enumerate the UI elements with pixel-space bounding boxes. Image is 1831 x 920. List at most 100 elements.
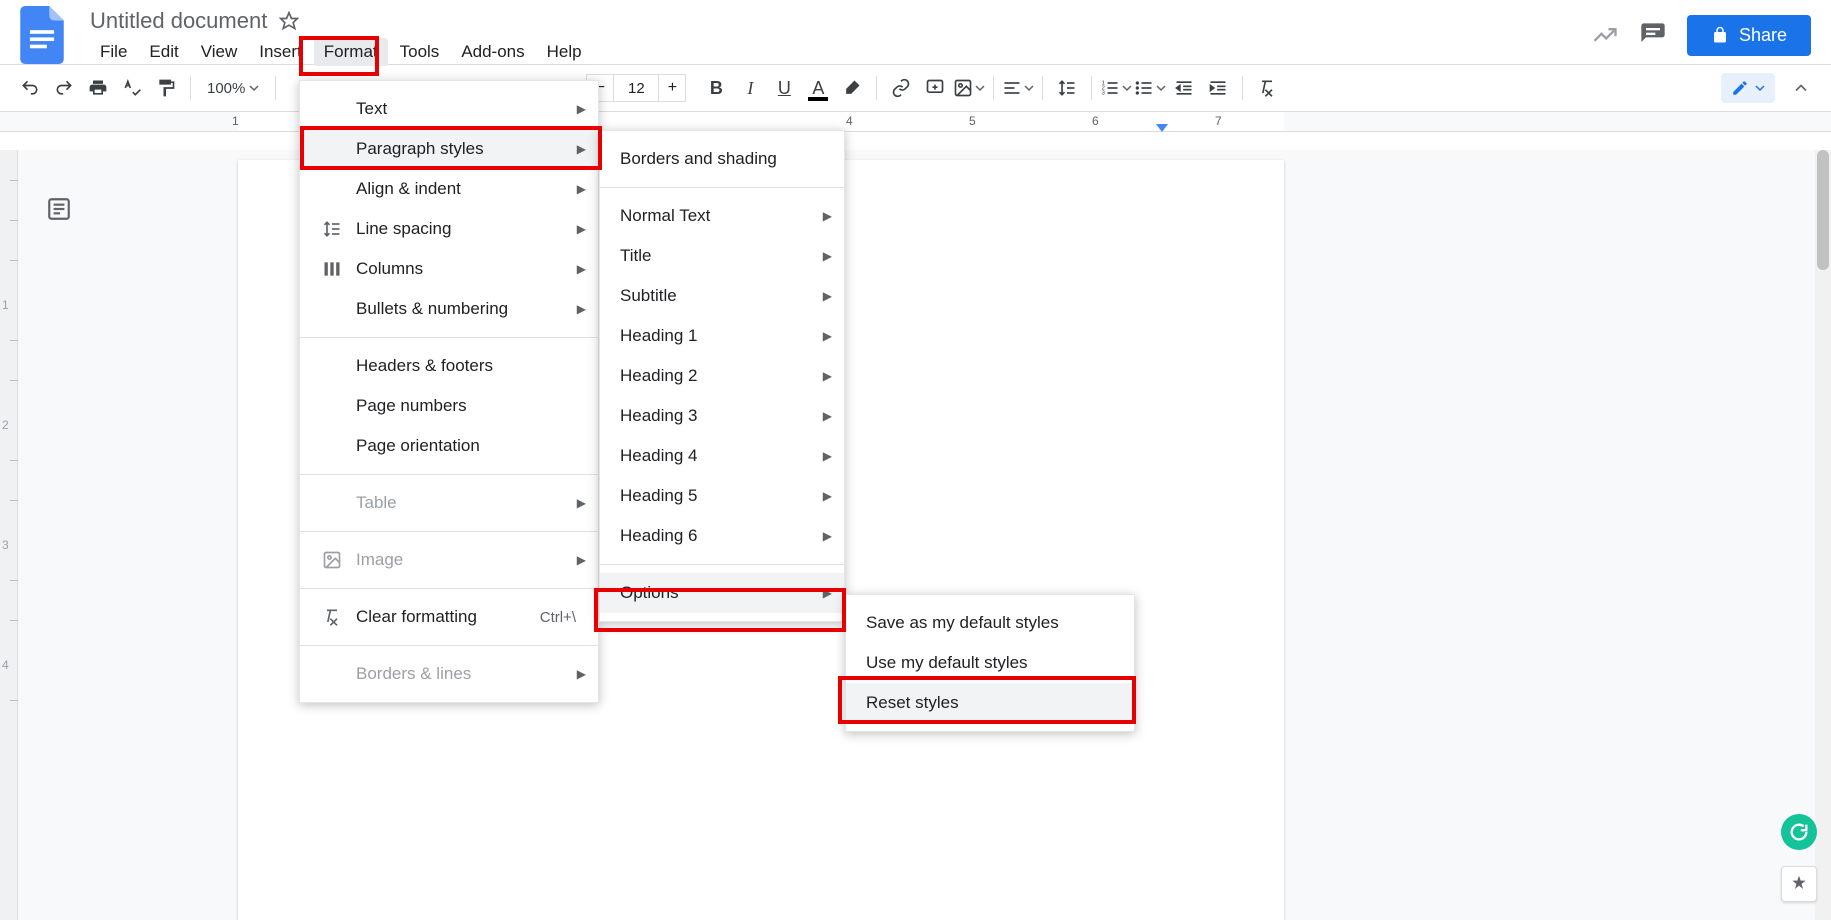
format-table-label: Table: [356, 493, 397, 513]
format-bullets-numbering-item[interactable]: Bullets & numbering▶: [300, 289, 598, 329]
document-outline-button[interactable]: [46, 196, 72, 222]
normal-text-item[interactable]: Normal Text▶: [600, 196, 844, 236]
grammarly-icon[interactable]: [1781, 814, 1817, 850]
hide-menus-button[interactable]: [1785, 72, 1817, 104]
bulleted-list-button[interactable]: [1134, 72, 1166, 104]
heading3-item[interactable]: Heading 3▶: [600, 396, 844, 436]
ruler-number: 5: [969, 114, 976, 128]
subtitle-style-item[interactable]: Subtitle▶: [600, 276, 844, 316]
align-button[interactable]: [1002, 72, 1034, 104]
menu-separator: [600, 187, 844, 188]
insert-image-button[interactable]: [953, 72, 985, 104]
format-page-orientation-item[interactable]: Page orientation: [300, 426, 598, 466]
format-page-numbers-item[interactable]: Page numbers: [300, 386, 598, 426]
format-text-item[interactable]: Text▶: [300, 89, 598, 129]
format-paragraph-styles-item[interactable]: Paragraph styles▶: [300, 129, 598, 169]
format-bullets-numbering-label: Bullets & numbering: [356, 299, 508, 319]
toolbar-separator: [876, 76, 877, 100]
vertical-scrollbar[interactable]: [1815, 150, 1831, 920]
line-spacing-icon: [320, 217, 344, 241]
format-line-spacing-item[interactable]: Line spacing▶: [300, 209, 598, 249]
heading1-item[interactable]: Heading 1▶: [600, 316, 844, 356]
toolbar: 100% − 12 + B I U A 123: [0, 64, 1831, 112]
heading4-label: Heading 4: [620, 446, 698, 466]
format-align-indent-item[interactable]: Align & indent▶: [300, 169, 598, 209]
title-style-item[interactable]: Title▶: [600, 236, 844, 276]
toolbar-separator: [190, 76, 191, 100]
underline-button[interactable]: U: [768, 72, 800, 104]
format-headers-footers-item[interactable]: Headers & footers: [300, 346, 598, 386]
heading2-item[interactable]: Heading 2▶: [600, 356, 844, 396]
format-columns-item[interactable]: Columns▶: [300, 249, 598, 289]
title-area: Untitled document File Edit View Insert …: [90, 4, 1591, 66]
italic-button[interactable]: I: [734, 72, 766, 104]
use-default-styles-item[interactable]: Use my default styles: [846, 643, 1134, 683]
undo-button[interactable]: [14, 72, 46, 104]
left-ruler[interactable]: 1 2 3 4: [0, 150, 18, 920]
numbered-list-button[interactable]: 123: [1100, 72, 1132, 104]
paint-format-button[interactable]: [150, 72, 182, 104]
image-icon: [320, 548, 344, 572]
menu-tools[interactable]: Tools: [390, 38, 450, 66]
line-spacing-button[interactable]: [1051, 72, 1083, 104]
docs-logo[interactable]: [20, 6, 64, 64]
activity-icon[interactable]: [1591, 21, 1619, 49]
heading1-label: Heading 1: [620, 326, 698, 346]
right-indent-marker[interactable]: [1156, 124, 1168, 132]
toolbar-separator: [275, 76, 276, 100]
menu-insert[interactable]: Insert: [249, 38, 312, 66]
document-title[interactable]: Untitled document: [90, 8, 267, 34]
font-size-increase[interactable]: +: [658, 74, 686, 102]
increase-indent-button[interactable]: [1202, 72, 1234, 104]
font-size-value[interactable]: 12: [614, 74, 658, 102]
zoom-select[interactable]: 100%: [199, 76, 267, 101]
decrease-indent-button[interactable]: [1168, 72, 1200, 104]
heading6-item[interactable]: Heading 6▶: [600, 516, 844, 556]
header-right: Share: [1591, 15, 1811, 56]
menu-addons[interactable]: Add-ons: [451, 38, 534, 66]
redo-button[interactable]: [48, 72, 80, 104]
subtitle-style-label: Subtitle: [620, 286, 677, 306]
menu-file[interactable]: File: [90, 38, 137, 66]
menu-format[interactable]: Format: [314, 38, 388, 66]
format-line-spacing-label: Line spacing: [356, 219, 451, 239]
ruler[interactable]: 1 4 5 6 7: [0, 112, 1831, 132]
reset-styles-item[interactable]: Reset styles: [846, 683, 1134, 723]
menu-separator: [300, 588, 598, 589]
print-button[interactable]: [82, 72, 114, 104]
title-style-label: Title: [620, 246, 652, 266]
reset-styles-label: Reset styles: [866, 693, 959, 713]
save-default-styles-item[interactable]: Save as my default styles: [846, 603, 1134, 643]
menu-view[interactable]: View: [191, 38, 248, 66]
scrollbar-thumb[interactable]: [1817, 150, 1829, 270]
bold-button[interactable]: B: [700, 72, 732, 104]
spellcheck-button[interactable]: [116, 72, 148, 104]
explore-button[interactable]: [1781, 866, 1817, 902]
ruler-number: 6: [1092, 114, 1099, 128]
comments-icon[interactable]: [1639, 21, 1667, 49]
highlight-button[interactable]: [836, 72, 868, 104]
borders-shading-item[interactable]: Borders and shading: [600, 139, 844, 179]
format-image-item: Image▶: [300, 540, 598, 580]
menu-help[interactable]: Help: [537, 38, 592, 66]
lock-icon: [1711, 26, 1729, 44]
normal-text-label: Normal Text: [620, 206, 710, 226]
pencil-icon: [1731, 79, 1749, 97]
insert-link-button[interactable]: [885, 72, 917, 104]
share-button[interactable]: Share: [1687, 15, 1811, 56]
text-color-button[interactable]: A: [802, 72, 834, 104]
options-item[interactable]: Options▶: [600, 573, 844, 613]
editing-mode-button[interactable]: [1721, 73, 1775, 103]
clear-formatting-button[interactable]: [1251, 72, 1283, 104]
insert-comment-button[interactable]: [919, 72, 951, 104]
share-label: Share: [1739, 25, 1787, 46]
format-columns-label: Columns: [356, 259, 423, 279]
format-clear-formatting-shortcut: Ctrl+\: [540, 609, 576, 626]
toolbar-separator: [1042, 76, 1043, 100]
heading5-item[interactable]: Heading 5▶: [600, 476, 844, 516]
heading4-item[interactable]: Heading 4▶: [600, 436, 844, 476]
paragraph-styles-submenu: Borders and shading Normal Text▶ Title▶ …: [599, 130, 845, 622]
menu-edit[interactable]: Edit: [139, 38, 188, 66]
format-clear-formatting-item[interactable]: Clear formattingCtrl+\: [300, 597, 598, 637]
star-icon[interactable]: [279, 11, 299, 31]
